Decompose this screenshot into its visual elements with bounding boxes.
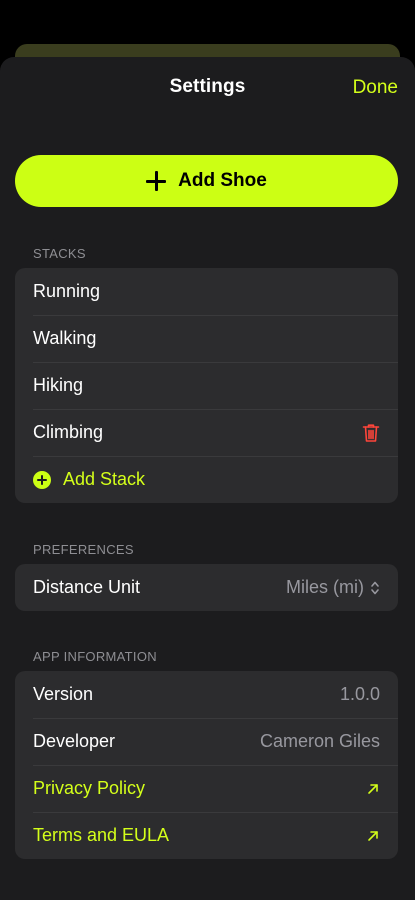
- stack-item-label: Hiking: [33, 375, 84, 395]
- plus-icon: [146, 171, 167, 191]
- add-circle-icon: [33, 470, 51, 489]
- settings-sheet: Settings Done Add Shoe STACKS Running Wa…: [0, 57, 415, 900]
- done-button[interactable]: Done: [353, 77, 398, 99]
- developer-value: Cameron Giles: [259, 731, 380, 751]
- preferences-header: PREFERENCES: [33, 542, 134, 557]
- app-information-header: APP INFORMATION: [33, 649, 157, 664]
- stack-item-running[interactable]: Running: [15, 268, 398, 315]
- version-value: 1.0.0: [339, 684, 380, 704]
- add-stack-label: Add Stack: [63, 469, 146, 489]
- navigation-bar: Settings Done: [0, 57, 415, 117]
- version-row: Version 1.0.0: [15, 671, 398, 718]
- add-shoe-label: Add Shoe: [178, 170, 267, 191]
- privacy-policy-label: Privacy Policy: [33, 778, 146, 798]
- stack-item-walking[interactable]: Walking: [15, 315, 398, 362]
- terms-eula-link[interactable]: Terms and EULA: [15, 812, 398, 859]
- stack-item-label: Climbing: [33, 422, 104, 442]
- trash-icon[interactable]: [362, 423, 380, 443]
- stack-item-climbing[interactable]: Climbing: [15, 409, 398, 456]
- distance-unit-row[interactable]: Distance Unit Miles (mi): [15, 564, 398, 611]
- external-link-arrow-icon: [368, 783, 378, 794]
- developer-row: Developer Cameron Giles: [15, 718, 398, 765]
- stacks-header: STACKS: [33, 246, 86, 261]
- app-information-group: Version 1.0.0 Developer Cameron Giles Pr…: [15, 671, 398, 859]
- distance-unit-value: Miles (mi): [286, 577, 364, 597]
- terms-eula-label: Terms and EULA: [33, 825, 170, 845]
- external-link-arrow-icon: [368, 830, 378, 841]
- stack-item-label: Running: [33, 281, 101, 301]
- preferences-group: Distance Unit Miles (mi): [15, 564, 398, 611]
- stacks-group: Running Walking Hiking Climbing Add Stac…: [15, 268, 398, 503]
- chevron-up-down-icon: [371, 581, 379, 594]
- stack-item-label: Walking: [33, 328, 97, 348]
- add-shoe-button[interactable]: Add Shoe: [15, 155, 398, 207]
- privacy-policy-link[interactable]: Privacy Policy: [15, 765, 398, 812]
- stack-item-hiking[interactable]: Hiking: [15, 362, 398, 409]
- add-stack-button[interactable]: Add Stack: [15, 456, 398, 503]
- version-label: Version: [33, 684, 94, 704]
- distance-unit-label: Distance Unit: [33, 577, 141, 597]
- developer-label: Developer: [33, 731, 116, 751]
